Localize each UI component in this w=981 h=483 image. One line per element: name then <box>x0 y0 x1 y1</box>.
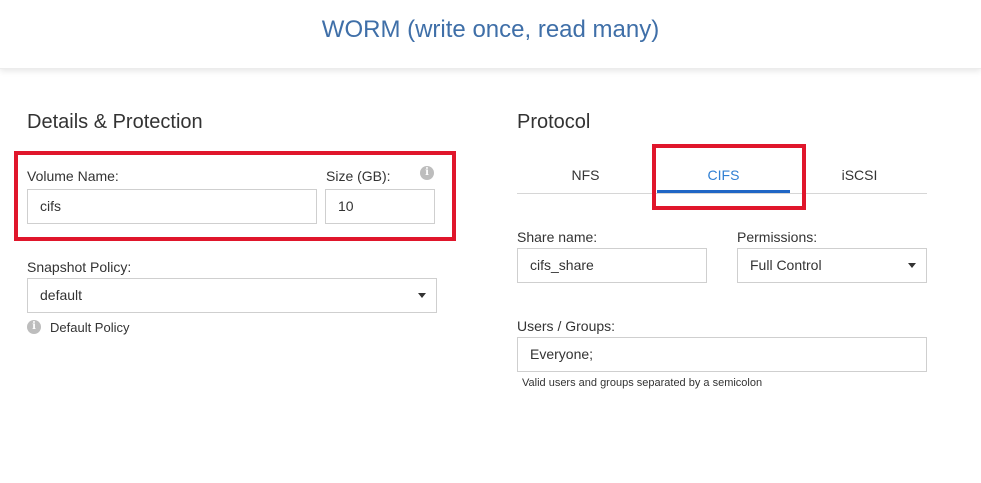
details-section-title: Details & Protection <box>27 111 203 133</box>
snapshot-policy-label: Snapshot Policy: <box>27 259 132 275</box>
chevron-down-icon <box>908 263 916 268</box>
permissions-select[interactable]: Full Control <box>737 248 927 283</box>
highlight-box-volume <box>14 151 456 241</box>
users-groups-label: Users / Groups: <box>517 318 616 334</box>
permissions-label: Permissions: <box>737 229 818 245</box>
snapshot-policy-hint: Default Policy <box>50 320 130 335</box>
info-icon: i <box>27 320 41 334</box>
page-title: WORM (write once, read many) <box>321 16 660 43</box>
protocol-section-title: Protocol <box>517 111 591 133</box>
users-groups-input[interactable]: Everyone; <box>517 337 927 372</box>
chevron-down-icon <box>418 293 426 298</box>
users-groups-hint: Valid users and groups separated by a se… <box>522 377 763 389</box>
permissions-value: Full Control <box>750 257 822 273</box>
highlight-box-cifs-tab <box>652 144 806 210</box>
share-name-input[interactable]: cifs_share <box>517 248 707 283</box>
tab-iscsi[interactable]: iSCSI <box>792 160 927 194</box>
tab-nfs[interactable]: NFS <box>517 160 654 194</box>
share-name-label: Share name: <box>517 229 598 245</box>
snapshot-policy-value: default <box>40 287 83 303</box>
snapshot-policy-select[interactable]: default <box>27 278 437 313</box>
page-header: WORM (write once, read many) <box>0 0 981 69</box>
